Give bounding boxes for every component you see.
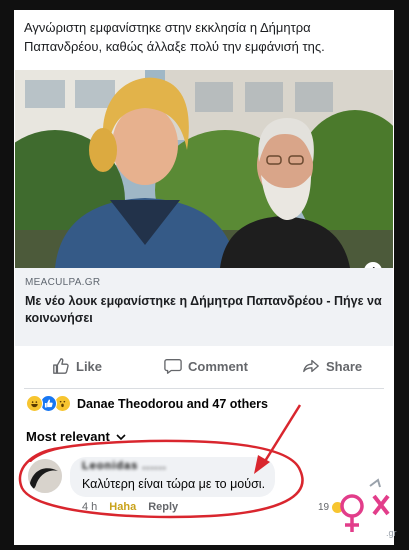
- comment-reply-link[interactable]: Reply: [148, 501, 178, 513]
- comment-button[interactable]: Comment: [164, 352, 248, 380]
- photo-illustration: [15, 70, 393, 268]
- share-label: Share: [326, 358, 363, 374]
- comment-reaction-count-value: 19: [318, 502, 330, 513]
- comment-sort-dropdown[interactable]: Most relevant: [26, 429, 126, 444]
- facebook-post-card: Αγνώριστη εμφανίστηκε στην εκκλησία η Δή…: [14, 10, 394, 545]
- post-caption: Αγνώριστη εμφανίστηκε στην εκκλησία η Δή…: [24, 20, 325, 54]
- comment-author[interactable]: Leonidas ......: [82, 460, 167, 472]
- avatar-photo: [28, 459, 62, 493]
- reactions-summary[interactable]: Danae Theodorou and 47 others: [26, 395, 268, 412]
- link-domain: MEACULPA.GR: [25, 277, 101, 288]
- share-icon: [303, 359, 319, 373]
- chevron-down-icon: [116, 433, 126, 440]
- comment-haha-link[interactable]: Haha: [109, 501, 136, 513]
- divider: [24, 388, 384, 389]
- like-label: Like: [76, 358, 103, 374]
- thumbs-up-icon: [53, 358, 69, 374]
- haha-icon: [26, 395, 43, 412]
- commenter-avatar[interactable]: [28, 459, 62, 493]
- comment-timestamp[interactable]: 4 h: [82, 501, 97, 513]
- sort-label: Most relevant: [26, 429, 110, 444]
- link-preview[interactable]: MEACULPA.GR Με νέο λουκ εμφανίστηκε η Δή…: [15, 268, 393, 346]
- like-button[interactable]: Like: [52, 352, 102, 380]
- comment-icon: [164, 359, 182, 374]
- watermark-text: .gr: [386, 528, 397, 538]
- comment-meta: 4 h Haha Reply: [82, 501, 178, 513]
- post-photo[interactable]: [15, 70, 393, 268]
- comment-bubble: Leonidas ...... Καλύτερη είναι τώρα με τ…: [70, 457, 275, 497]
- link-title[interactable]: Με νέο λουκ εμφανίστηκε η Δήμητρα Παπανδ…: [25, 293, 383, 327]
- comment-label: Comment: [188, 358, 248, 374]
- comment-text: Καλύτερη είναι τώρα με το μούσι.: [82, 477, 266, 491]
- reactions-summary-text: Danae Theodorou and 47 others: [77, 396, 269, 411]
- post-actions-bar: Like Comment Share: [14, 352, 394, 380]
- share-button[interactable]: Share: [302, 352, 362, 380]
- site-watermark-logo: .gr: [340, 478, 397, 538]
